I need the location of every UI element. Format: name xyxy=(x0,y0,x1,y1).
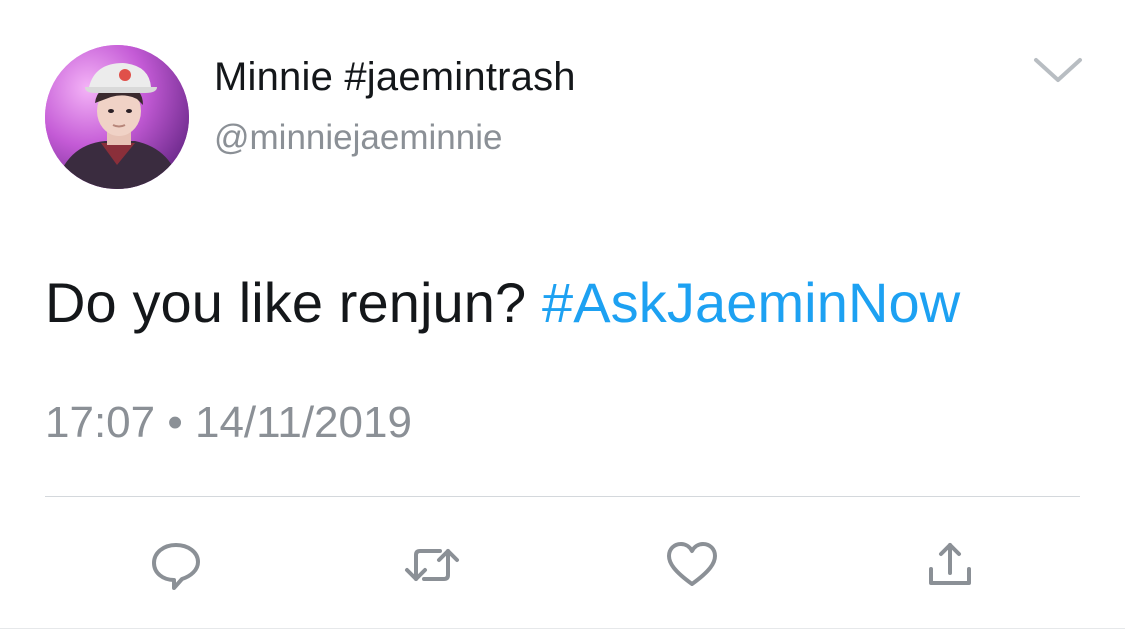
chevron-down-icon xyxy=(1034,58,1082,82)
tweet-menu-button[interactable] xyxy=(1030,52,1086,88)
tweet-timestamp[interactable]: 17:07 • 14/11/2019 xyxy=(45,398,412,448)
reply-button[interactable] xyxy=(146,535,206,595)
retweet-icon xyxy=(405,549,459,581)
bottom-border xyxy=(0,628,1125,629)
reply-icon xyxy=(152,543,200,590)
share-icon xyxy=(929,543,971,585)
tweet-time: 17:07 xyxy=(45,398,156,447)
divider xyxy=(45,496,1080,497)
tweet-date: 14/11/2019 xyxy=(194,398,412,447)
retweet-button[interactable] xyxy=(402,535,462,595)
share-button[interactable] xyxy=(920,535,980,595)
timestamp-separator: • xyxy=(167,398,183,447)
heart-icon xyxy=(667,542,717,586)
tweet-card: Minnie #jaemintrash @minniejaeminnie Do … xyxy=(0,0,1125,632)
display-name[interactable]: Minnie #jaemintrash xyxy=(214,55,576,100)
user-handle[interactable]: @minniejaeminnie xyxy=(214,118,502,158)
like-button[interactable] xyxy=(662,535,722,595)
tweet-text: Do you like renjun? #AskJaeminNow xyxy=(45,270,960,335)
hashtag-link[interactable]: #AskJaeminNow xyxy=(542,271,960,334)
avatar[interactable] xyxy=(45,45,189,189)
avatar-image xyxy=(45,45,189,189)
tweet-text-body: Do you like renjun? xyxy=(45,271,542,334)
